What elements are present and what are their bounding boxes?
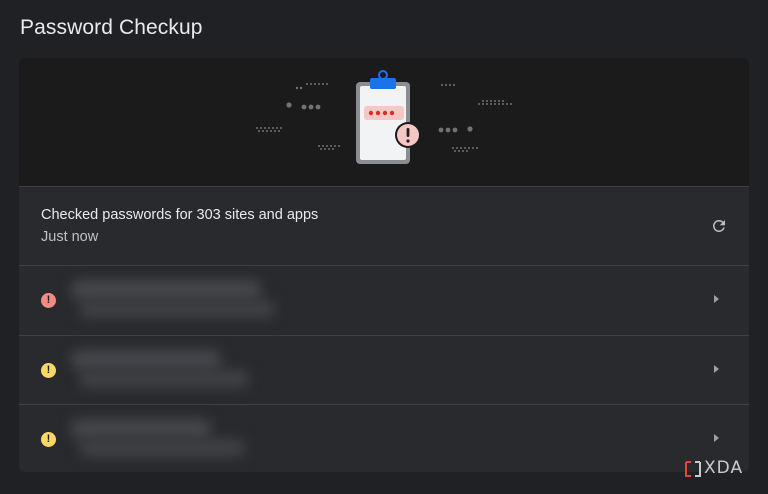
redacted-site-info xyxy=(71,417,281,463)
weak-password-row[interactable]: ! xyxy=(19,335,749,405)
checkup-status-row: Checked passwords for 303 sites and apps… xyxy=(19,186,749,265)
chevron-right-icon xyxy=(714,295,719,303)
password-checkup-card: Checked passwords for 303 sites and apps… xyxy=(19,58,749,472)
refresh-icon[interactable] xyxy=(710,217,728,235)
warning-circle-icon: ! xyxy=(41,363,56,378)
error-circle-icon: ! xyxy=(41,293,56,308)
password-checkup-page: Password Checkup Checked passwords for 3… xyxy=(0,0,768,494)
weak-password-row[interactable]: ! xyxy=(19,404,749,472)
xda-logo-icon xyxy=(685,461,701,477)
redacted-site-info xyxy=(71,348,281,394)
chevron-right-icon xyxy=(714,434,719,442)
watermark-text: XDA xyxy=(704,458,744,478)
checkup-banner xyxy=(19,58,749,186)
clipboard-illustration-icon xyxy=(256,70,512,164)
redacted-site-info xyxy=(71,278,281,324)
chevron-right-icon xyxy=(714,365,719,373)
xda-watermark: XDA xyxy=(684,458,760,478)
page-title: Password Checkup xyxy=(20,16,203,39)
checkup-status-title: Checked passwords for 303 sites and apps xyxy=(41,207,319,223)
compromised-password-row[interactable]: ! xyxy=(19,265,749,335)
warning-circle-icon: ! xyxy=(41,432,56,447)
checkup-status-time: Just now xyxy=(41,229,99,245)
